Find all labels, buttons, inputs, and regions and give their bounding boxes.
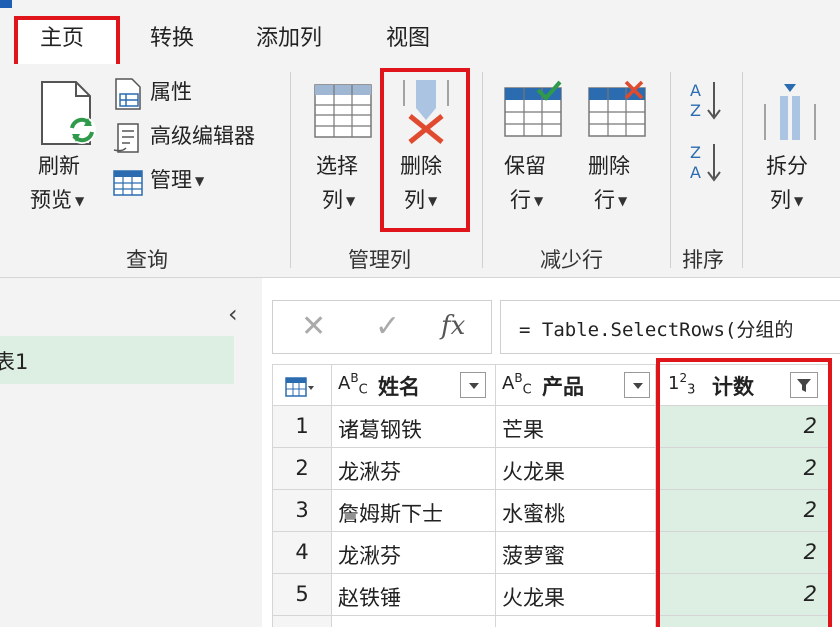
advanced-editor-icon [113, 123, 139, 153]
row-number[interactable] [272, 616, 332, 627]
choose-columns-icon [314, 84, 372, 138]
column-header-label: 产品 [542, 375, 584, 399]
fx-icon[interactable]: fx [441, 311, 465, 341]
keep-rows-label-1: 保留 [504, 154, 546, 178]
sort-ascending-icon: A Z [690, 81, 721, 120]
table-menu-button[interactable] [272, 364, 332, 406]
row-number[interactable]: 1 [272, 406, 332, 448]
group-label-manage-columns: 管理列 [348, 248, 411, 272]
cell-product[interactable]: 火龙果 [496, 448, 656, 490]
refresh-icon [41, 81, 96, 145]
properties-label: 属性 [150, 80, 192, 104]
cell-name[interactable]: 诸葛钢铁 [332, 406, 496, 448]
group-label-query: 查询 [126, 248, 168, 272]
group-separator [670, 72, 671, 268]
svg-text:A: A [690, 81, 701, 100]
column-header-label: 姓名 [378, 375, 420, 399]
cell-name[interactable]: 詹姆斯下士 [332, 490, 496, 532]
group-separator [482, 72, 483, 268]
remove-rows-label-1: 删除 [588, 154, 630, 178]
cell-name[interactable] [332, 616, 496, 627]
formula-bar-buttons: ✕ ✓ fx [272, 300, 492, 354]
cell-product[interactable] [496, 616, 656, 627]
choose-columns-label-1: 选择 [316, 154, 358, 178]
remove-rows-icon [588, 80, 646, 137]
queries-pane: ‹ 表1 [0, 278, 262, 627]
group-separator [742, 72, 743, 268]
cell-name[interactable]: 赵铁锤 [332, 574, 496, 616]
check-icon[interactable]: ✓ [375, 309, 400, 344]
formula-bar-input[interactable]: = Table.SelectRows(分组的 [500, 300, 840, 354]
manage-label: 管理 ▼ [150, 168, 205, 192]
cell-name[interactable]: 龙湫芬 [332, 532, 496, 574]
chevron-down-icon: ▼ [794, 194, 804, 208]
cell-product[interactable]: 火龙果 [496, 574, 656, 616]
chevron-down-icon: ▼ [618, 194, 628, 208]
filter-dropdown-icon[interactable] [624, 372, 650, 398]
table-icon [285, 377, 314, 397]
sort-descending-icon: Z A [690, 143, 721, 182]
chevron-down-icon: ▼ [534, 194, 544, 208]
chevron-down-icon: ▼ [346, 194, 356, 208]
query-item-selected[interactable]: 表1 [0, 336, 234, 384]
split-column-label-1: 拆分 [766, 154, 808, 178]
remove-columns-highlight [380, 68, 470, 232]
svg-text:Z: Z [690, 143, 701, 162]
refresh-label-2: 预览 ▼ [30, 188, 85, 212]
svg-text:Z: Z [690, 101, 701, 120]
properties-icon [115, 78, 141, 110]
cancel-icon[interactable]: ✕ [301, 309, 326, 344]
group-label-sort: 排序 [682, 248, 724, 272]
remove-rows-label-2: 行 ▼ [594, 188, 628, 212]
query-item-label: 表1 [0, 350, 29, 374]
keep-rows-icon [504, 80, 562, 137]
tab-home[interactable]: 主页 [40, 20, 84, 52]
cell-product[interactable]: 芒果 [496, 406, 656, 448]
tab-transform[interactable]: 转换 [150, 20, 194, 52]
refresh-label-1: 刷新 [38, 154, 80, 178]
advanced-editor-label: 高级编辑器 [150, 124, 255, 148]
tab-view[interactable]: 视图 [386, 20, 430, 52]
row-number[interactable]: 5 [272, 574, 332, 616]
text-type-icon[interactable]: ABC [338, 371, 368, 398]
split-column-label-2: 列 ▼ [770, 188, 804, 212]
cell-product[interactable]: 菠萝蜜 [496, 532, 656, 574]
cell-product[interactable]: 水蜜桃 [496, 490, 656, 532]
choose-columns-label-2: 列 ▼ [322, 188, 356, 212]
group-separator [290, 72, 291, 268]
window-top-strip [0, 0, 840, 8]
count-column-highlight [656, 358, 832, 627]
formula-text: = Table.SelectRows(分组的 [519, 319, 794, 341]
chevron-left-icon[interactable]: ‹ [228, 300, 238, 328]
svg-text:A: A [690, 163, 701, 182]
row-number[interactable]: 3 [272, 490, 332, 532]
filter-dropdown-icon[interactable] [460, 372, 486, 398]
row-number[interactable]: 2 [272, 448, 332, 490]
row-number[interactable]: 4 [272, 532, 332, 574]
column-header-product[interactable]: ABC 产品 [496, 364, 656, 406]
group-label-reduce-rows: 减少行 [540, 248, 603, 272]
ribbon: 刷新 预览 ▼ 属性 高级编辑器 管理 ▼ 查询 选择 列 ▼ 删除 列 ▼ 管… [0, 64, 840, 278]
cell-name[interactable]: 龙湫芬 [332, 448, 496, 490]
split-column-icon [764, 84, 816, 140]
chevron-down-icon: ▼ [195, 174, 205, 188]
manage-icon [113, 170, 143, 196]
tab-add-column[interactable]: 添加列 [256, 20, 322, 52]
chevron-down-icon: ▼ [75, 194, 85, 208]
column-header-name[interactable]: ABC 姓名 [332, 364, 496, 406]
text-type-icon[interactable]: ABC [502, 371, 532, 398]
ribbon-tab-bar: 主页 转换 添加列 视图 [0, 8, 840, 70]
keep-rows-label-2: 行 ▼ [510, 188, 544, 212]
file-tab-edge[interactable] [0, 0, 12, 8]
